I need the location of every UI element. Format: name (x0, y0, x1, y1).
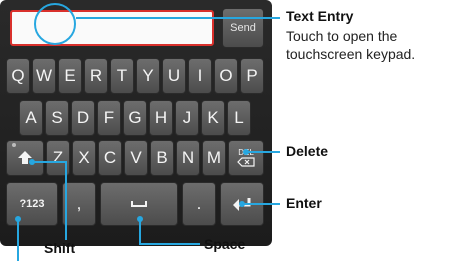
space-callout-dot (137, 216, 143, 222)
space-label: Space (204, 236, 246, 252)
enter-label: Enter (286, 195, 322, 211)
delete-callout-dot (243, 149, 249, 155)
delete-label: Delete (286, 143, 329, 159)
text-entry-desc-line2: touchscreen keypad. (286, 46, 416, 62)
symbols-callout-dot (15, 216, 21, 222)
shift-label: Shift (44, 240, 76, 256)
text-entry-label: Text Entry (286, 8, 354, 24)
text-entry-desc-line1: Touch to open the (286, 28, 398, 44)
enter-callout-dot (239, 201, 245, 207)
shift-callout-dot (29, 159, 35, 165)
